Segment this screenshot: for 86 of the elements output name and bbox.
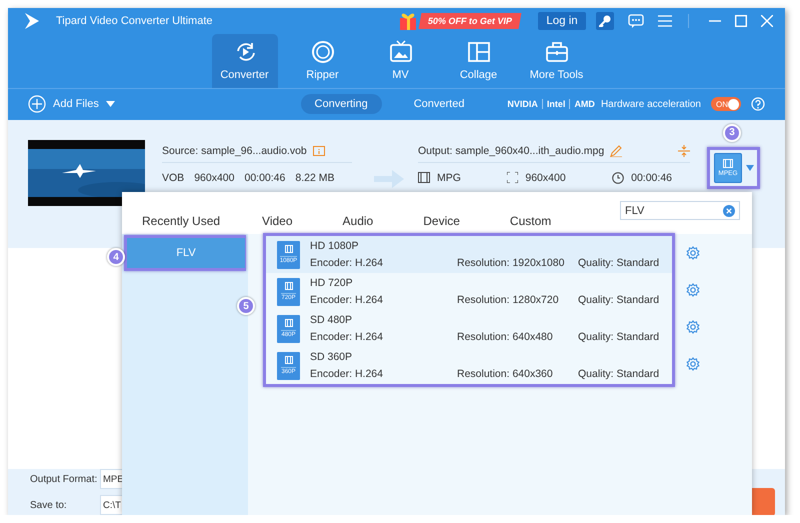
- output-format-field[interactable]: MPE: [100, 469, 122, 489]
- chat-icon[interactable]: [628, 14, 644, 28]
- view-tab[interactable]: Converting: [300, 94, 382, 114]
- gift-icon[interactable]: [398, 10, 418, 31]
- preset-resolution: Resolution: 640x480: [457, 331, 554, 343]
- output-filename: Output: sample_960x40...ith_audio.mpg: [418, 144, 604, 157]
- preset-name: SD 480P: [310, 314, 354, 326]
- film-icon: [284, 356, 292, 364]
- vendor-label: AMD: [574, 99, 595, 110]
- close-icon[interactable]: [761, 14, 773, 27]
- field-label: Save to:: [30, 500, 68, 510]
- disc-icon: [310, 40, 334, 64]
- view-tab[interactable]: Converted: [400, 94, 478, 114]
- file-info: VOB: [162, 172, 184, 184]
- vendor-label: Intel: [546, 99, 566, 110]
- save-path-field[interactable]: C:\T: [100, 495, 122, 515]
- caret-icon: [106, 101, 115, 108]
- nav-tab[interactable]: Collage: [446, 34, 512, 88]
- preset-encoder: Encoder: H.264: [310, 257, 384, 269]
- resize-icon: [507, 172, 518, 184]
- help-icon[interactable]: [751, 97, 765, 112]
- preset-resolution: Resolution: 1920x1080: [457, 257, 566, 269]
- login-button[interactable]: Log in: [538, 12, 586, 30]
- preset-encoder: Encoder: H.264: [310, 368, 384, 380]
- settings-icon[interactable]: [686, 246, 700, 260]
- hardware-label: Hardware acceleration: [600, 98, 701, 110]
- pencil-icon[interactable]: [610, 144, 622, 157]
- nav-tab[interactable]: MV: [368, 34, 434, 88]
- search-field[interactable]: FLV: [620, 201, 740, 220]
- maximize-icon[interactable]: [735, 14, 747, 27]
- film-icon: [284, 282, 292, 290]
- tv-icon: [388, 40, 412, 64]
- clock-icon: [612, 172, 624, 184]
- key-icon: [599, 14, 611, 27]
- preset-resolution: Resolution: 640x360: [457, 368, 554, 380]
- preset-quality: Quality: Standard: [578, 331, 660, 343]
- info-icon[interactable]: [312, 146, 325, 156]
- field-label: Output Format:: [30, 474, 98, 484]
- format-tab[interactable]: Device: [423, 214, 460, 230]
- format-tab[interactable]: Audio: [342, 214, 374, 230]
- output-info: MPG: [437, 172, 461, 184]
- nav-tab[interactable]: More Tools: [524, 34, 590, 88]
- nav-tab[interactable]: Converter: [212, 34, 278, 88]
- settings-icon[interactable]: [686, 282, 700, 296]
- file-info: 00:00:46: [244, 172, 286, 184]
- caret-icon[interactable]: [746, 164, 754, 171]
- callout-number: 5: [237, 297, 255, 315]
- file-info: 960x400: [194, 172, 234, 184]
- file-info: 8.22 MB: [295, 172, 334, 184]
- category-item[interactable]: FLV: [127, 238, 245, 268]
- film-icon: [284, 319, 292, 327]
- vendor-label: NVIDIA: [507, 99, 538, 110]
- preset-quality: Quality: Standard: [578, 368, 660, 380]
- key-button[interactable]: [596, 12, 614, 30]
- window-title: Tipard Video Converter Ultimate: [56, 14, 213, 27]
- plus-icon: [28, 95, 46, 114]
- preset-quality: Quality: Standard: [578, 257, 660, 269]
- toolbox-icon: [544, 40, 568, 64]
- layout-icon: [466, 40, 490, 64]
- format-tab[interactable]: Video: [262, 214, 293, 230]
- hardware-toggle[interactable]: ON: [711, 97, 741, 112]
- settings-icon[interactable]: [686, 356, 700, 370]
- merge-icon[interactable]: [678, 144, 690, 157]
- menu-icon[interactable]: [658, 14, 672, 27]
- preset-name: HD 1080P: [310, 240, 360, 252]
- preset-resolution: Resolution: 1280x720: [457, 294, 560, 306]
- arrow-icon: [374, 170, 404, 188]
- promo-badge[interactable]: 50% OFF to Get VIP: [418, 12, 522, 29]
- source-filename: Source: sample_96...audio.vob: [162, 144, 307, 157]
- nav-tab[interactable]: Ripper: [290, 34, 356, 88]
- clear-icon[interactable]: [723, 204, 735, 216]
- film-icon: [418, 172, 430, 184]
- preset-name: HD 720P: [310, 277, 354, 289]
- output-info: 00:00:46: [631, 172, 672, 184]
- preset-name: SD 360P: [310, 351, 354, 363]
- settings-icon[interactable]: [686, 320, 700, 334]
- film-icon: [723, 158, 733, 168]
- callout-number: 3: [723, 124, 741, 142]
- format-tab[interactable]: Custom: [510, 214, 552, 230]
- film-icon: [284, 245, 292, 253]
- output-info: 960x400: [525, 172, 566, 184]
- add-files-button[interactable]: Add Files: [28, 95, 301, 114]
- format-tab[interactable]: Recently Used: [142, 214, 220, 230]
- preset-quality: Quality: Standard: [578, 294, 660, 306]
- preset-encoder: Encoder: H.264: [310, 294, 384, 306]
- preset-encoder: Encoder: H.264: [310, 331, 384, 343]
